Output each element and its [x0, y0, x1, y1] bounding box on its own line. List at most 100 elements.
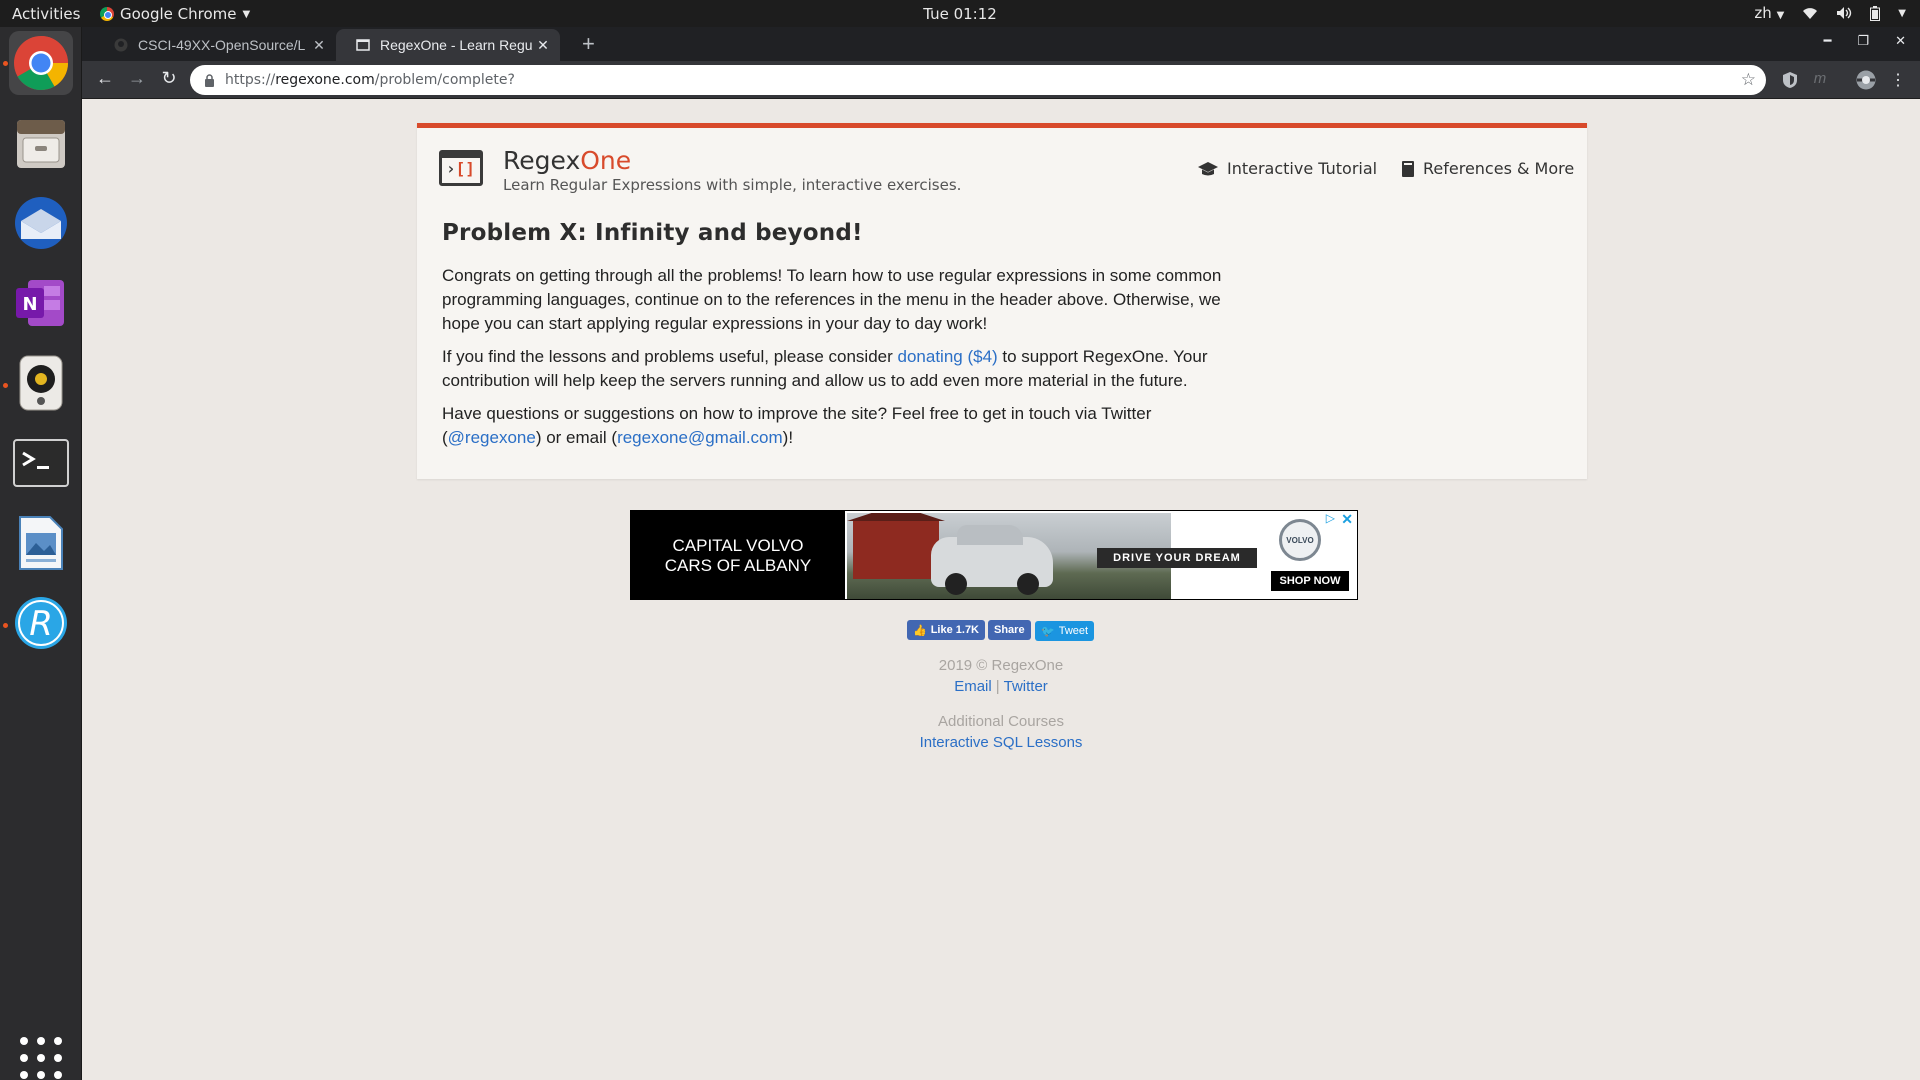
footer-twitter-link[interactable]: Twitter — [1004, 678, 1048, 695]
twitter-handle-link[interactable]: @regexone — [448, 428, 536, 447]
dock-rstudio[interactable]: R — [9, 591, 73, 655]
paragraph-donate: If you find the lessons and problems use… — [442, 345, 1252, 393]
gnome-top-bar: Activities Google Chrome ▼ Tue 01:12 zh … — [0, 0, 1920, 27]
copyright-text: 2019 © RegexOne — [938, 657, 1064, 674]
wheel — [945, 573, 967, 595]
paragraph-contact: Have questions or suggestions on how to … — [442, 402, 1252, 450]
extension-m-icon[interactable]: m — [1810, 70, 1830, 90]
donate-link[interactable]: donating ($4) — [898, 347, 998, 366]
email-link[interactable]: regexone@gmail.com — [617, 428, 783, 447]
apps-dot — [20, 1037, 28, 1045]
lock-icon — [205, 73, 214, 87]
running-indicator — [3, 61, 8, 66]
regexone-favicon-icon — [356, 39, 370, 51]
footer-separator: | — [995, 678, 1000, 695]
ad-car-shape — [931, 525, 1053, 595]
tweet-button[interactable]: 🐦 Tweet — [1035, 621, 1095, 641]
logo-glyph: ›[] — [446, 159, 475, 178]
battery-icon — [1870, 5, 1881, 21]
close-window-icon[interactable]: ✕ — [1895, 33, 1906, 49]
shield-extension-icon[interactable] — [1780, 70, 1800, 90]
share-label: Share — [994, 624, 1025, 636]
minimize-icon[interactable]: ━ — [1824, 33, 1832, 49]
show-applications-button[interactable] — [20, 1037, 62, 1079]
tweet-label: Tweet — [1058, 625, 1089, 637]
apps-dot — [37, 1071, 45, 1079]
chrome-menu-icon[interactable]: ⋮ — [1888, 70, 1908, 90]
twitter-bird-icon: 🐦 — [1041, 625, 1055, 638]
facebook-share-button[interactable]: Share — [988, 620, 1031, 640]
document-drawing-icon — [19, 516, 63, 570]
nav-references[interactable]: References & More — [1401, 159, 1574, 178]
brand-main: Regex — [503, 146, 581, 175]
thumbs-up-icon: 👍 — [913, 624, 927, 637]
volvo-logo-text: VOLVO — [1286, 535, 1314, 545]
tab-regexone[interactable]: RegexOne - Learn Regular ✕ — [336, 29, 560, 61]
page-viewport: ›[] RegexOne Learn Regular Expressions w… — [82, 99, 1920, 1080]
url-path: /problem/complete? — [374, 72, 515, 88]
paragraph-congrats: Congrats on getting through all the prob… — [442, 266, 1222, 333]
ad-dealer-panel: CAPITAL VOLVO CARS OF ALBANY — [631, 511, 845, 599]
dock-onenote[interactable]: N — [9, 271, 73, 335]
tab-csci-opensource[interactable]: CSCI-49XX-OpenSource/L ✕ — [94, 29, 336, 61]
footer-email-link[interactable]: Email — [954, 678, 992, 695]
logo-titlebar — [442, 153, 480, 158]
ad-barn-shape — [847, 513, 945, 579]
dock-chrome[interactable] — [9, 31, 73, 95]
regexone-logo-icon[interactable]: ›[] — [439, 150, 483, 186]
close-icon[interactable]: ✕ — [308, 37, 330, 54]
page-title: Problem X: Infinity and beyond! — [442, 220, 863, 246]
text: )! — [782, 428, 794, 447]
footer-courses: Interactive SQL Lessons — [82, 734, 1920, 751]
chrome-icon — [100, 7, 114, 21]
footer-additional: Additional Courses — [82, 713, 1920, 730]
bookmark-star-icon[interactable]: ☆ — [1741, 70, 1756, 90]
ad-dealer-line2: CARS OF ALBANY — [664, 556, 812, 575]
nav-label: References & More — [1423, 159, 1575, 178]
chrome-icon — [14, 36, 69, 91]
footer-links: Email | Twitter — [82, 678, 1920, 695]
additional-courses-heading: Additional Courses — [938, 713, 1064, 730]
chevron-down-icon: ▼ — [1776, 10, 1785, 21]
facebook-like-button[interactable]: 👍 Like 1.7K — [907, 620, 986, 640]
app-menu[interactable]: Google Chrome ▼ — [100, 5, 250, 23]
ad-shop-now-button[interactable]: SHOP NOW — [1271, 571, 1349, 591]
window-controls: ━ ❐ ✕ — [1824, 33, 1906, 49]
apps-dot — [37, 1037, 45, 1045]
app-menu-label: Google Chrome — [120, 5, 237, 23]
forward-icon[interactable]: → — [126, 68, 148, 89]
sql-lessons-link[interactable]: Interactive SQL Lessons — [920, 734, 1083, 751]
ad-banner[interactable]: CAPITAL VOLVO CARS OF ALBANY DRIVE YOUR … — [630, 510, 1358, 600]
clock[interactable]: Tue 01:12 — [923, 5, 997, 23]
site-brand[interactable]: RegexOne — [503, 146, 631, 175]
profile-avatar[interactable] — [1856, 70, 1876, 90]
dock-rhythmbox[interactable] — [9, 351, 73, 415]
terminal-icon — [13, 439, 69, 487]
tab-title: CSCI-49XX-OpenSource/L — [138, 37, 306, 53]
dock-libreoffice-draw[interactable] — [9, 511, 73, 575]
apps-dot — [54, 1071, 62, 1079]
brand-accent: One — [580, 146, 632, 175]
rstudio-icon: R — [15, 597, 67, 649]
content-card: ›[] RegexOne Learn Regular Expressions w… — [417, 123, 1587, 479]
url-scheme: https:// — [225, 72, 276, 88]
graduation-cap-icon — [1198, 161, 1218, 175]
dock-terminal[interactable] — [9, 431, 73, 495]
ad-dealer-line1: CAPITAL VOLVO — [672, 536, 804, 555]
activities-button[interactable]: Activities — [12, 5, 80, 23]
dock-thunderbird[interactable] — [9, 191, 73, 255]
ad-close-icon[interactable]: ✕ — [1341, 511, 1353, 528]
new-tab-button[interactable]: + — [582, 31, 595, 57]
speaker-icon — [19, 355, 63, 411]
restore-icon[interactable]: ❐ — [1857, 33, 1869, 49]
back-icon[interactable]: ← — [94, 68, 116, 89]
reload-icon[interactable]: ↻ — [158, 68, 180, 89]
input-method-indicator[interactable]: zh ▼ — [1754, 4, 1784, 22]
nav-interactive-tutorial[interactable]: Interactive Tutorial — [1197, 159, 1377, 178]
book-icon — [1402, 160, 1414, 177]
close-icon[interactable]: ✕ — [532, 37, 554, 54]
adchoices-icon[interactable]: ▷ — [1326, 511, 1335, 525]
system-tray[interactable]: zh ▼ ▼ — [1754, 4, 1906, 22]
dock-files[interactable] — [9, 111, 73, 175]
address-bar[interactable]: https://regexone.com/problem/complete? ☆ — [190, 65, 1766, 95]
